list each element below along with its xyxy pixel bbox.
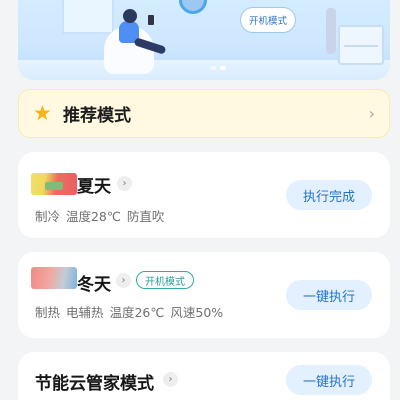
power-on-mode-tag: 开机模式 xyxy=(136,271,194,289)
carousel-indicator xyxy=(210,66,226,70)
chevron-right-icon[interactable]: › xyxy=(163,372,178,387)
carousel-dot-active[interactable] xyxy=(220,66,226,70)
vase-illustration xyxy=(326,8,336,54)
mode-thumbnail-summer xyxy=(31,173,77,195)
air-conditioner-icon xyxy=(179,0,207,14)
mode-card-summer[interactable]: 夏天 › 制冷 温度28℃ 防直吹 执行完成 xyxy=(18,152,390,238)
chevron-right-icon[interactable]: › xyxy=(117,176,132,191)
one-click-execute-button[interactable]: 一键执行 xyxy=(286,365,372,395)
banner-floor xyxy=(18,60,390,80)
banner-mode-bubble: 开机模式 xyxy=(240,7,296,33)
execute-completed-button[interactable]: 执行完成 xyxy=(286,180,372,210)
cabinet-illustration xyxy=(338,25,384,65)
mode-title: 夏天 xyxy=(77,177,111,197)
phone-icon xyxy=(148,15,154,25)
mode-description: 制冷 温度28℃ 防直吹 xyxy=(35,209,165,224)
mode-title: 节能云管家模式 xyxy=(35,374,154,394)
chevron-right-icon[interactable]: › xyxy=(116,273,131,288)
mode-card-cloud-energy-saver[interactable]: 节能云管家模式 › 一键执行 xyxy=(18,352,390,400)
mode-description: 制热 电辅热 温度26℃ 风速50% xyxy=(35,305,224,320)
recommended-modes-label: 推荐模式 xyxy=(63,106,131,126)
carousel-dot[interactable] xyxy=(210,66,216,70)
hero-banner[interactable]: 开机模式 xyxy=(18,0,390,80)
mode-card-winter[interactable]: 冬天 › 开机模式 制热 电辅热 温度26℃ 风速50% 一键执行 xyxy=(18,252,390,338)
one-click-execute-button[interactable]: 一键执行 xyxy=(286,280,372,310)
person-head-illustration xyxy=(123,9,137,23)
chevron-right-icon: › xyxy=(368,104,375,123)
star-icon: ★ xyxy=(33,101,52,125)
banner-window-illustration xyxy=(62,0,114,34)
recommended-modes-row[interactable]: ★ 推荐模式 › xyxy=(18,89,390,138)
mode-title: 冬天 xyxy=(77,275,111,295)
mode-thumbnail-winter xyxy=(31,267,77,289)
